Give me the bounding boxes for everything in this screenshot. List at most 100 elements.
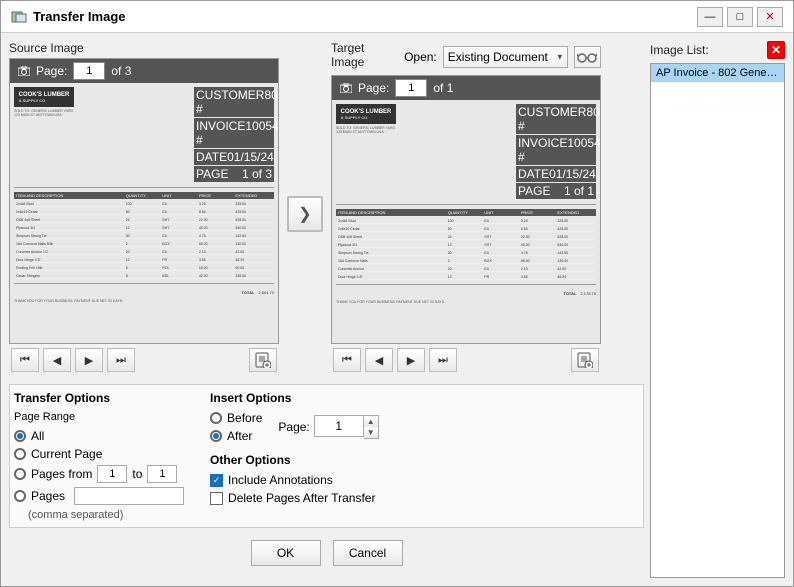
target-page-input[interactable]	[395, 79, 427, 97]
radio-pages[interactable]	[14, 490, 26, 502]
spinner-down-btn[interactable]: ▼	[364, 427, 378, 438]
comma-note: (comma separated)	[28, 509, 123, 521]
target-open-label: Open:	[404, 50, 437, 64]
camera-icon-target	[340, 83, 352, 93]
checkbox-include-annotations[interactable]	[210, 474, 223, 487]
source-image-section: Source Image Page: of 3	[9, 41, 279, 376]
source-page-header: Page: of 3	[10, 59, 278, 83]
delete-pages-label: Delete Pages After Transfer	[228, 491, 375, 505]
window-icon	[11, 9, 27, 25]
option-pages-row: Pages	[14, 487, 184, 505]
insert-page-control: Page: ▲ ▼	[278, 415, 378, 439]
image-list-header: Image List: ✕	[650, 41, 785, 59]
target-image-label: Target Image	[331, 41, 394, 69]
transfer-arrow-area: ❯	[285, 196, 325, 232]
glasses-icon	[577, 50, 597, 64]
insert-options-title: Insert Options	[210, 391, 379, 405]
cancel-button[interactable]: Cancel	[333, 540, 403, 566]
radio-after-label: After	[227, 429, 252, 443]
radio-before[interactable]	[210, 412, 222, 424]
glasses-button[interactable]	[574, 46, 601, 68]
title-bar-left: Transfer Image	[11, 9, 126, 25]
option-delete-pages-row: Delete Pages After Transfer	[210, 491, 379, 505]
source-last-btn[interactable]: ⏭	[107, 348, 135, 372]
image-list-item[interactable]: AP Invoice - 802 Generic Lumber Y	[651, 64, 784, 82]
pages-from-to: to	[132, 467, 142, 481]
option-pages-from-row: Pages from to	[14, 465, 184, 483]
dialog-content: Source Image Page: of 3	[1, 33, 793, 586]
page-spinner: ▲ ▼	[314, 415, 379, 439]
options-area: Transfer Options Page Range All Current …	[9, 384, 644, 528]
source-page-label: Page:	[36, 64, 67, 78]
source-prev-btn[interactable]: ◀	[43, 348, 71, 372]
insert-page-input[interactable]	[314, 415, 364, 437]
option-include-annotations-row: Include Annotations	[210, 473, 379, 487]
option-current-row: Current Page	[14, 447, 184, 461]
radio-current-page[interactable]	[14, 448, 26, 460]
target-next-btn[interactable]: ▶	[397, 348, 425, 372]
close-button[interactable]: ✕	[757, 7, 783, 27]
radio-all[interactable]	[14, 430, 26, 442]
radio-after[interactable]	[210, 430, 222, 442]
source-first-btn[interactable]: ⏮	[11, 348, 39, 372]
radio-pages-from[interactable]	[14, 468, 26, 480]
target-page-label: Page:	[358, 81, 389, 95]
source-page-input[interactable]	[73, 62, 105, 80]
insert-other-options: Insert Options Before After	[210, 391, 379, 521]
source-add-btn[interactable]	[249, 348, 277, 372]
source-next-btn[interactable]: ▶	[75, 348, 103, 372]
radio-pages-from-label: Pages from	[31, 467, 92, 481]
radio-pages-label: Pages	[31, 489, 65, 503]
minimize-button[interactable]: —	[697, 7, 723, 27]
comma-note-row: (comma separated)	[14, 509, 184, 521]
checkbox-delete-pages[interactable]	[210, 492, 223, 505]
target-page-of: of 1	[433, 81, 453, 95]
invoice-preview-target: COOK'S LUMBER & SUPPLY CO. SOLD TO: GENE…	[332, 100, 600, 343]
button-row: OK Cancel	[9, 532, 644, 570]
option-after-row: After	[210, 429, 262, 443]
insert-page-label: Page:	[278, 420, 309, 434]
window-title: Transfer Image	[33, 9, 126, 24]
page-range-title: Page Range	[14, 411, 184, 423]
option-all-row: All	[14, 429, 184, 443]
source-document-preview: COOK'S LUMBER & SUPPLY CO. SOLD TO: GENE…	[10, 83, 278, 343]
target-add-btn[interactable]	[571, 348, 599, 372]
target-document-preview: COOK'S LUMBER & SUPPLY CO. SOLD TO: GENE…	[332, 100, 600, 343]
pages-from-input[interactable]	[97, 465, 127, 483]
title-controls: — □ ✕	[697, 7, 783, 27]
target-page-header: Page: of 1	[332, 76, 600, 100]
option-before-row: Before	[210, 411, 262, 425]
source-page-of: of 3	[111, 64, 131, 78]
close-image-list-button[interactable]: ✕	[767, 41, 785, 59]
open-select-wrapper[interactable]: Existing Document New Document	[443, 46, 568, 68]
right-panel: Image List: ✕ AP Invoice - 802 Generic L…	[650, 41, 785, 578]
add-icon	[255, 352, 271, 368]
left-panel: Source Image Page: of 3	[9, 41, 644, 578]
pages-text-input[interactable]	[74, 487, 184, 505]
target-prev-btn[interactable]: ◀	[365, 348, 393, 372]
spinner-up-btn[interactable]: ▲	[364, 416, 378, 427]
target-add-icon	[577, 352, 593, 368]
target-header: Target Image Open: Existing Document New…	[331, 41, 601, 72]
other-options-title: Other Options	[210, 453, 379, 467]
target-last-btn[interactable]: ⏭	[429, 348, 457, 372]
insert-radio-group: Before After	[210, 411, 262, 443]
transfer-button[interactable]: ❯	[287, 196, 323, 232]
source-image-label: Source Image	[9, 41, 279, 55]
camera-icon	[18, 66, 30, 76]
transfer-options-title: Transfer Options	[14, 391, 184, 405]
open-document-select[interactable]: Existing Document New Document	[443, 46, 568, 68]
insert-options-row: Before After Page:	[210, 411, 379, 443]
insert-options-section: Insert Options Before After	[210, 391, 379, 443]
ok-button[interactable]: OK	[251, 540, 321, 566]
radio-all-label: All	[31, 429, 44, 443]
include-annotations-label: Include Annotations	[228, 473, 333, 487]
source-nav-bar: ⏮ ◀ ▶ ⏭	[9, 344, 279, 376]
target-nav-bar: ⏮ ◀ ▶ ⏭	[331, 344, 601, 376]
maximize-button[interactable]: □	[727, 7, 753, 27]
invoice-preview-source: COOK'S LUMBER & SUPPLY CO. SOLD TO: GENE…	[10, 83, 278, 343]
target-first-btn[interactable]: ⏮	[333, 348, 361, 372]
pages-to-input[interactable]	[147, 465, 177, 483]
transfer-options-section: Transfer Options Page Range All Current …	[14, 391, 184, 521]
radio-before-label: Before	[227, 411, 262, 425]
